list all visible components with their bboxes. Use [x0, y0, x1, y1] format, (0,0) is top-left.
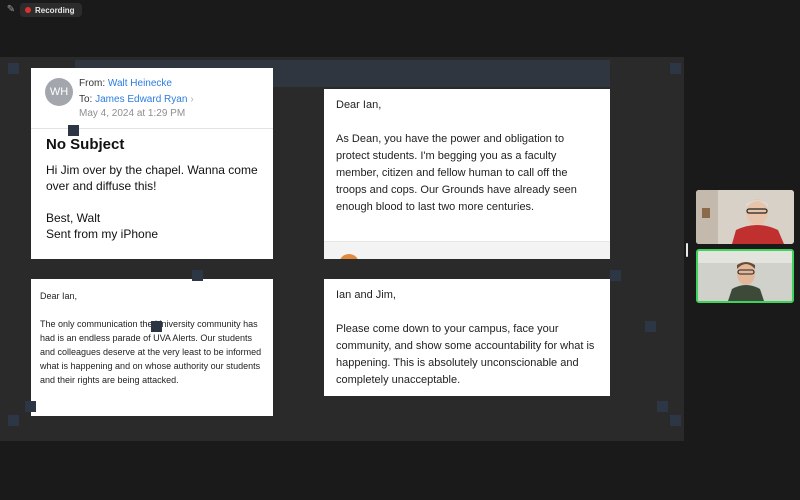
letter-card-dean: Dear Ian, As Dean, you have the power an…: [324, 89, 610, 259]
email-body-line: Hi Jim over by the chapel. Wanna come ov…: [46, 163, 258, 193]
email-body-line: Sent from my iPhone: [46, 227, 159, 241]
annotation-marker: [25, 401, 36, 412]
avatar: [339, 254, 359, 259]
email-body-line: Best, Walt: [46, 211, 101, 225]
from-line: From: Walt Heinecke: [79, 78, 172, 89]
recording-indicator[interactable]: Recording: [20, 3, 82, 17]
annotation-marker: [68, 125, 79, 136]
letter-card-come-down: Ian and Jim, Please come down to your ca…: [324, 279, 610, 396]
to-line: To: James Edward Ryan ›: [79, 94, 194, 105]
gallery-scroll-handle[interactable]: [686, 243, 688, 257]
letter-body: As Dean, you have the power and obligati…: [336, 133, 577, 213]
participant-video-icon: [696, 190, 794, 244]
card-footer: [324, 241, 610, 259]
letter-card-uva-alerts: Dear Ian, The only communication the Uni…: [31, 279, 273, 416]
annotation-marker: [645, 321, 656, 332]
from-label: From:: [79, 78, 106, 89]
email-date: May 4, 2024 at 1:29 PM: [79, 108, 186, 119]
annotation-marker: [8, 415, 19, 426]
meeting-info-icon[interactable]: ✎: [5, 4, 17, 16]
annotation-marker: [151, 321, 162, 332]
shared-screen: WH From: Walt Heinecke To: James Edward …: [0, 57, 684, 441]
letter-greeting: Dear Ian,: [40, 291, 78, 301]
from-name[interactable]: Walt Heinecke: [108, 78, 172, 89]
annotation-marker: [8, 63, 19, 74]
top-bar: ✎ Recording: [0, 0, 800, 20]
participant-video-tile-active[interactable]: [696, 249, 794, 303]
annotation-marker: [610, 270, 621, 281]
email-body: Hi Jim over by the chapel. Wanna come ov…: [46, 162, 268, 242]
letter-body: Please come down to your campus, face yo…: [336, 323, 595, 386]
participant-video-tile[interactable]: [696, 190, 794, 244]
recording-label: Recording: [35, 5, 75, 15]
meeting-window: ✎ Recording WH From: Walt Heinecke To: J…: [0, 0, 800, 500]
recording-dot-icon: [25, 7, 31, 13]
letter-greeting: Dear Ian,: [336, 99, 382, 111]
annotation-marker: [192, 270, 203, 281]
participant-video-icon: [698, 251, 792, 301]
chevron-right-icon: ›: [190, 94, 194, 105]
letter-greeting: Ian and Jim,: [336, 289, 396, 301]
email-subject: No Subject: [46, 136, 125, 153]
to-label: To:: [79, 94, 93, 105]
annotation-marker: [670, 63, 681, 74]
email-card: WH From: Walt Heinecke To: James Edward …: [31, 68, 273, 259]
recipient-name[interactable]: James Edward Ryan: [95, 94, 187, 105]
annotation-marker: [657, 401, 668, 412]
sender-avatar: WH: [45, 78, 73, 106]
annotation-marker: [670, 415, 681, 426]
